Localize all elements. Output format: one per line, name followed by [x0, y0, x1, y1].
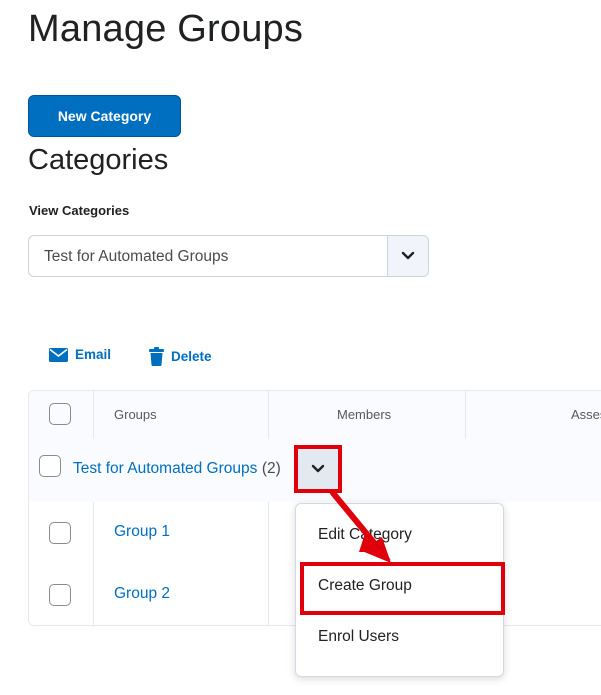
- arrow-icon: [330, 490, 391, 563]
